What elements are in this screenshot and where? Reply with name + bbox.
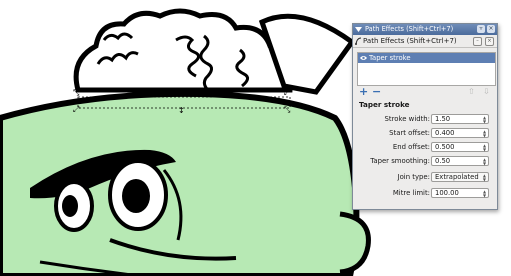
taper-smoothing-value[interactable]: 0.50 — [435, 157, 450, 166]
join-type-select[interactable]: Extrapolated ▲ ▼ — [431, 172, 489, 182]
svg-text:⤡: ⤡ — [73, 88, 80, 97]
section-title: Taper stroke — [359, 100, 410, 109]
chevron-updown-icon: ▲ ▼ — [482, 173, 486, 182]
dock-tab-label: Path Effects (Shift+Ctrl+7) — [363, 37, 457, 45]
stroke-width-row: Stroke width: 1.50 ▲ ▼ — [353, 114, 499, 125]
taper-smoothing-label: Taper smoothing: — [370, 157, 430, 165]
mitre-limit-label: Mitre limit: — [392, 189, 430, 197]
shade-icon[interactable]: ▿ — [477, 25, 485, 33]
join-type-label: Join type: — [397, 173, 430, 181]
dialog-titlebar[interactable]: Path Effects (Shift+Ctrl+7) ▿ × — [353, 24, 497, 35]
svg-text:⤢: ⤢ — [72, 105, 79, 114]
spin-arrows-icon[interactable]: ▲ ▼ — [482, 116, 487, 124]
list-toolbar: + − ⇧ ⇩ — [359, 86, 494, 97]
start-offset-label: Start offset: — [389, 129, 430, 137]
join-type-value: Extrapolated — [435, 173, 479, 181]
taper-smoothing-spinbox[interactable]: 0.50 ▲ ▼ — [431, 156, 489, 166]
eye-right-pupil — [122, 179, 150, 213]
dock-close-icon[interactable]: × — [485, 37, 494, 46]
arrow-down-icon[interactable]: ⇩ — [483, 87, 492, 96]
taper-smoothing-row: Taper smoothing: 0.50 ▲ ▼ — [353, 156, 499, 167]
close-icon[interactable]: × — [487, 25, 495, 33]
dock-minimize-icon[interactable]: – — [473, 37, 482, 46]
path-effects-icon — [355, 37, 362, 45]
start-offset-spinbox[interactable]: 0.400 ▲ ▼ — [431, 128, 489, 138]
start-offset-row: Start offset: 0.400 ▲ ▼ — [353, 128, 499, 139]
minus-icon[interactable]: − — [372, 86, 381, 97]
eye-left-pupil — [62, 195, 78, 217]
ear-shape[interactable] — [339, 211, 371, 275]
mitre-limit-row: Mitre limit: 100.00 ▲ ▼ — [353, 188, 499, 199]
window-menu-icon[interactable] — [355, 26, 362, 33]
list-item[interactable]: Taper stroke — [358, 53, 495, 63]
spin-arrows-icon[interactable]: ▲ ▼ — [482, 158, 487, 166]
spin-arrows-icon[interactable]: ▲ ▼ — [482, 190, 487, 198]
spin-arrows-icon[interactable]: ▲ ▼ — [482, 130, 487, 138]
eye-visible-icon[interactable] — [360, 55, 367, 61]
spin-arrows-icon[interactable]: ▲ ▼ — [482, 144, 487, 152]
mitre-limit-spinbox[interactable]: 100.00 ▲ ▼ — [431, 188, 489, 198]
mitre-limit-value[interactable]: 100.00 — [435, 189, 459, 198]
dialog-title: Path Effects (Shift+Ctrl+7) — [365, 25, 454, 33]
end-offset-value[interactable]: 0.500 — [435, 143, 454, 152]
brain-shape[interactable] — [73, 8, 293, 93]
svg-text:↕: ↕ — [178, 87, 185, 96]
stroke-width-label: Stroke width: — [384, 115, 430, 123]
join-type-row: Join type: Extrapolated ▲ ▼ — [353, 172, 499, 183]
effects-list[interactable]: Taper stroke — [357, 52, 496, 86]
plus-icon[interactable]: + — [359, 86, 368, 97]
effect-label: Taper stroke — [369, 54, 411, 62]
stroke-width-spinbox[interactable]: 1.50 ▲ ▼ — [431, 114, 489, 124]
svg-text:↕: ↕ — [178, 106, 185, 115]
end-offset-label: End offset: — [392, 143, 430, 151]
path-effects-dialog[interactable]: Path Effects (Shift+Ctrl+7) ▿ × Path Eff… — [352, 23, 498, 210]
start-offset-value[interactable]: 0.400 — [435, 129, 454, 138]
end-offset-spinbox[interactable]: 0.500 ▲ ▼ — [431, 142, 489, 152]
stroke-width-value[interactable]: 1.50 — [435, 115, 450, 124]
arrow-up-icon[interactable]: ⇧ — [468, 87, 477, 96]
svg-text:⤡: ⤡ — [284, 105, 291, 114]
end-offset-row: End offset: 0.500 ▲ ▼ — [353, 142, 499, 153]
dock-tab[interactable]: Path Effects (Shift+Ctrl+7) – × — [353, 35, 497, 48]
svg-text:⤢: ⤢ — [283, 88, 290, 97]
